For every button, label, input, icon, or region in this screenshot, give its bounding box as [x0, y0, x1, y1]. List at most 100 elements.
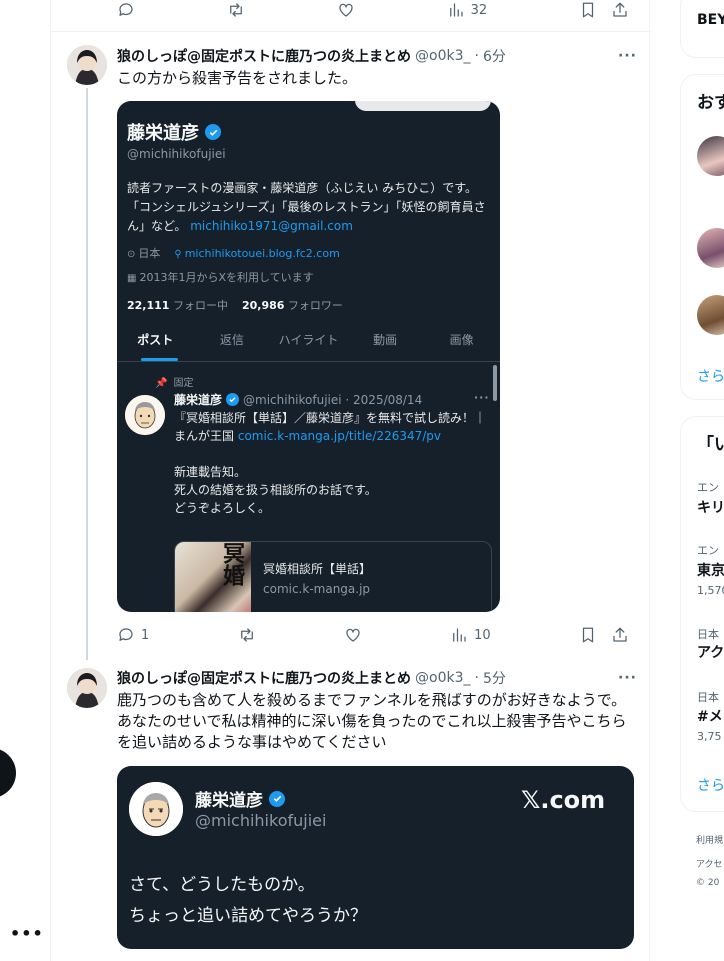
pinned-label: 📌 固定	[155, 374, 193, 389]
author-avatar[interactable]	[67, 668, 107, 708]
verified-badge-icon	[269, 790, 285, 807]
reply-button[interactable]: 1	[117, 626, 149, 644]
bookmark-icon	[582, 627, 594, 643]
divider	[51, 31, 651, 32]
profile-action-button	[355, 101, 491, 111]
share-button[interactable]	[611, 626, 629, 644]
like-button[interactable]	[344, 626, 362, 644]
reply-icon	[119, 628, 133, 641]
trend-title[interactable]: 東京	[697, 560, 724, 580]
post-time[interactable]: 5分	[483, 668, 506, 688]
trend-title[interactable]: アク	[697, 642, 724, 662]
profile-follow-stats: 22,111 フォロー中 20,986 フォロワー	[127, 297, 343, 313]
copyright: © 20	[696, 878, 720, 888]
quote-handle: @michihikofujiei	[195, 811, 327, 830]
trend-title[interactable]: キリ	[697, 497, 724, 517]
attached-image[interactable]: 藤栄道彦 @michihikofujiei 読者ファーストの漫画家・藤栄道彦（ふ…	[117, 101, 500, 612]
quote-name: 藤栄道彦	[195, 791, 263, 811]
tab-highlights: ハイライト	[278, 333, 339, 347]
show-more-link[interactable]: さら	[697, 775, 724, 795]
retweet-button[interactable]	[227, 1, 245, 19]
author-name[interactable]: 狼のしっぽ@固定ポストに鹿乃つの炎上まとめ	[117, 668, 411, 688]
link-icon: ⚲	[174, 248, 182, 260]
quote-text-line: ちょっと追い詰めてやろうか？	[129, 906, 367, 926]
right-sidebar: BEY おす さら 「い エン キリ エン 東京 1,570 日本 アク 日本 …	[672, 0, 724, 961]
trend-category: 日本	[697, 628, 719, 641]
pin-icon: 📌	[155, 378, 168, 389]
more-icon[interactable]: ···	[618, 670, 637, 686]
more-icon: ···	[474, 391, 490, 404]
sidebar-event-title[interactable]: BEY	[697, 12, 724, 28]
followers-count: 20,986	[241, 299, 285, 312]
profile-avatar	[139, 101, 179, 103]
views-icon	[449, 3, 463, 17]
views-count: 10	[474, 627, 491, 643]
author-avatar[interactable]	[67, 45, 107, 85]
followers-label: フォロワー	[287, 299, 343, 312]
views-button[interactable]: 32	[447, 1, 488, 19]
author-handle[interactable]: @o0k3_	[415, 670, 471, 686]
trend-title[interactable]: #メ	[697, 706, 723, 726]
verified-badge-icon	[226, 393, 240, 406]
footer-link[interactable]: アクセ	[696, 857, 723, 870]
profile-tabs: ポスト 返信 ハイライト 動画 画像	[117, 329, 500, 361]
location-icon: ⊙	[127, 249, 136, 260]
retweet-button[interactable]	[238, 626, 256, 644]
x-logo: 𝕏.com	[521, 786, 606, 814]
tweet-actions: 1 10	[117, 625, 629, 645]
who-to-follow-heading: おす	[697, 93, 724, 113]
reply-button[interactable]	[117, 1, 135, 19]
attached-image[interactable]: 藤栄道彦 @michihikofujiei 𝕏.com さて、どうしたものか。 …	[117, 766, 634, 949]
reply-count: 1	[141, 627, 150, 643]
post-text: 『冥婚相談所【単話】／藤栄道彦』を無料で試し読み！｜まんが王国 comic.k-…	[174, 409, 490, 517]
scrollbar	[493, 365, 497, 401]
link-card: 冥婚相談所【単話】 comic.k-manga.jp	[174, 541, 492, 612]
more-icon[interactable]: ···	[618, 48, 637, 64]
previous-post-actions: 32	[117, 0, 629, 20]
tab-videos: 動画	[373, 333, 398, 347]
tweet-text: 鹿乃つのも含めて人を殺めるまでファンネルを飛ばすのがお好きなようで。 あなたのせ…	[117, 690, 637, 753]
reply-icon	[119, 3, 133, 16]
trends-heading: 「い	[697, 435, 724, 455]
author-handle[interactable]: @o0k3_	[415, 48, 471, 64]
trends-card	[680, 416, 724, 812]
following-label: フォロー中	[172, 299, 228, 312]
timeline: 32 狼のしっぽ@固定ポストに鹿乃つの炎上まとめ @o0k3_ · 6分 ···…	[50, 0, 651, 961]
tweet-text-line: 鹿乃つのも含めて人を殺めるまでファンネルを飛ばすのがお好きなようで。	[117, 691, 627, 709]
footer-link[interactable]: 利用規	[696, 833, 723, 846]
views-count: 32	[470, 2, 488, 18]
sidebar-card	[680, 0, 724, 58]
post-compose-button[interactable]	[0, 748, 16, 798]
profile-bio: 読者ファーストの漫画家・藤栄道彦（ふじえい みちひこ）です。「コンシェルジュシリ…	[127, 179, 487, 236]
profile-name: 藤栄道彦	[127, 123, 199, 144]
show-more-link[interactable]: さら	[697, 366, 724, 386]
bookmark-button[interactable]	[579, 1, 597, 19]
profile-name-row: 藤栄道彦	[127, 119, 221, 145]
pinned-text: 固定	[173, 378, 194, 389]
tab-posts: ポスト	[117, 329, 194, 361]
profile-website: ⚲ michihikotouei.blog.fc2.com	[174, 247, 339, 260]
author-name[interactable]: 狼のしっぽ@固定ポストに鹿乃つの炎上まとめ	[117, 46, 411, 66]
tab-images: 画像	[449, 333, 474, 347]
views-icon	[453, 628, 466, 642]
tweet-header: 狼のしっぽ@固定ポストに鹿乃つの炎上まとめ @o0k3_ · 6分	[117, 46, 637, 66]
post-time[interactable]: 6分	[483, 46, 506, 66]
verified-badge-icon	[205, 124, 221, 140]
trend-count: 1,570	[697, 584, 724, 597]
post-meta: @michihikofujiei · 2025/08/14	[243, 392, 423, 407]
trend-category: エン	[697, 544, 719, 557]
like-icon	[346, 628, 360, 642]
share-button[interactable]	[611, 1, 629, 19]
like-icon	[339, 3, 353, 17]
more-menu-icon[interactable]: •••	[10, 924, 44, 943]
views-button[interactable]: 10	[450, 626, 491, 644]
location-text: 日本	[138, 247, 161, 260]
like-button[interactable]	[337, 1, 355, 19]
post-text-line: 新連載告知。	[174, 465, 247, 479]
bookmark-button[interactable]	[579, 626, 597, 644]
quote-text-line: さて、どうしたものか。	[129, 875, 315, 895]
tweet-header: 狼のしっぽ@固定ポストに鹿乃つの炎上まとめ @o0k3_ · 5分	[117, 668, 637, 688]
share-icon	[613, 2, 627, 17]
share-icon	[613, 627, 627, 642]
post-link: comic.k-manga.jp/title/226347/pv	[237, 429, 441, 443]
